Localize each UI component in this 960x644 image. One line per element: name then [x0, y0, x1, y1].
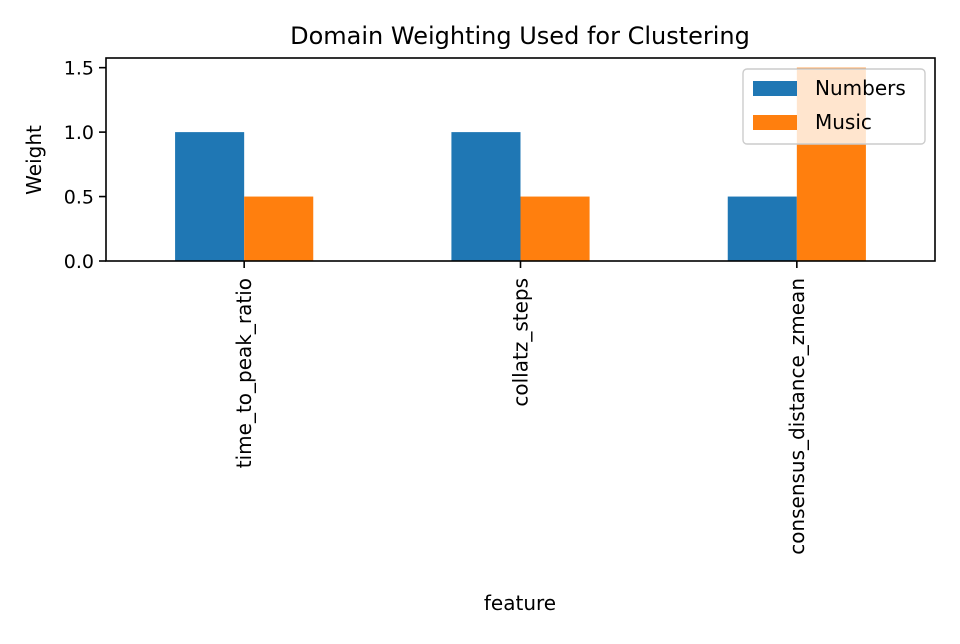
legend-swatch-numbers	[753, 81, 797, 96]
chart: Domain Weighting Used for Clustering Wei…	[0, 0, 960, 640]
x-tick-label-consensus_distance_zmean: consensus_distance_zmean	[785, 278, 809, 555]
legend-label-numbers: Numbers	[815, 76, 906, 100]
bar-chart: Domain Weighting Used for Clustering Wei…	[22, 22, 936, 615]
y-axis-ticks: 0.0 0.5 1.0 1.5	[64, 58, 106, 273]
y-axis-label: Weight	[22, 125, 46, 195]
bar-music-collatz_steps	[520, 196, 590, 261]
bar-numbers-consensus_distance_zmean	[727, 196, 797, 261]
legend-label-music: Music	[815, 110, 872, 134]
x-tick-label-collatz_steps: collatz_steps	[509, 278, 533, 407]
x-tick-label-time_to_peak_ratio: time_to_peak_ratio	[232, 278, 256, 468]
x-axis-ticks: time_to_peak_ratio collatz_steps consensus…	[232, 261, 809, 555]
bar-numbers-collatz_steps	[451, 132, 521, 261]
bar-music-time_to_peak_ratio	[244, 196, 314, 261]
y-tick-label: 0.0	[64, 251, 94, 273]
y-tick-label: 1.0	[64, 122, 94, 144]
y-tick-label: 1.5	[64, 58, 94, 80]
legend: Numbers Music	[742, 68, 926, 145]
bar-numbers-time_to_peak_ratio	[175, 132, 245, 261]
chart-title: Domain Weighting Used for Clustering	[290, 22, 750, 50]
x-axis-label: feature	[484, 591, 556, 615]
y-tick-label: 0.5	[64, 187, 94, 209]
legend-swatch-music	[753, 115, 797, 130]
